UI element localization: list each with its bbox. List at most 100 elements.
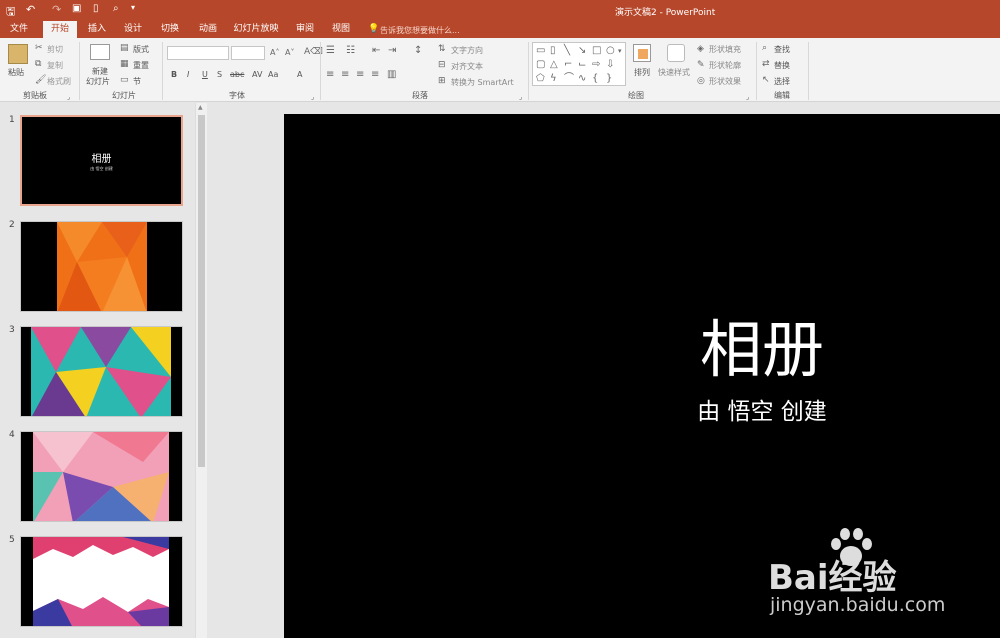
shape-freeform-icon[interactable]: ∿	[578, 74, 586, 84]
shape-line-icon[interactable]: ╲	[564, 46, 570, 56]
shapes-gallery[interactable]: ▭ ▯ ╲ ↘ □ ○ ▢ △ ⌐ ⌙ ⇨ ⇩ ⬠ ϟ ⌒ ∿ { }	[532, 42, 626, 86]
shape-pentagon-icon[interactable]: ⬠	[536, 74, 545, 84]
char-spacing-button[interactable]: AV	[252, 70, 262, 79]
section-button[interactable]: 节	[133, 76, 141, 87]
reset-button[interactable]: 重置	[133, 60, 149, 71]
align-left-icon[interactable]: ≡	[326, 70, 334, 80]
preview-icon[interactable]: ⌕	[113, 3, 119, 14]
shape-elbow-arrow-icon[interactable]: ⌙	[578, 60, 586, 70]
quick-styles-icon[interactable]	[667, 44, 685, 62]
slide-thumbnail-pane[interactable]: 1 相册 由 悟空 创建 2 3 4 5	[0, 103, 207, 638]
bullets-icon[interactable]: ☰	[326, 46, 335, 56]
arrange-icon[interactable]	[633, 44, 651, 62]
underline-button[interactable]: U	[202, 70, 208, 79]
smartart-icon: ⊞	[438, 76, 446, 86]
dialog-launcher-icon[interactable]: ⌟	[67, 92, 70, 102]
tab-insert[interactable]: 插入	[82, 21, 112, 38]
shape-brace-right-icon[interactable]: }	[606, 74, 612, 84]
new-slide-icon[interactable]	[90, 44, 110, 60]
font-color-button[interactable]: A	[297, 70, 302, 79]
justify-icon[interactable]: ≡	[371, 70, 379, 80]
paste-button[interactable]: 粘贴	[8, 67, 24, 78]
align-right-icon[interactable]: ≡	[356, 70, 364, 80]
slide-thumbnail-5[interactable]	[20, 536, 183, 627]
shape-triangle-icon[interactable]: △	[550, 60, 558, 70]
shape-effects-button[interactable]: 形状效果	[709, 76, 741, 87]
shape-brace-left-icon[interactable]: {	[592, 74, 598, 84]
shape-right-arrow-icon[interactable]: ⇨	[592, 60, 600, 70]
arrange-button[interactable]: 排列	[634, 67, 650, 78]
shape-curve-icon[interactable]: ⌒	[564, 74, 574, 84]
new-icon[interactable]: ▯	[93, 3, 99, 14]
quick-styles-button[interactable]: 快速样式	[658, 67, 690, 78]
align-text-button[interactable]: 对齐文本	[451, 61, 483, 72]
tab-design[interactable]: 设计	[118, 21, 148, 38]
separator	[528, 42, 529, 100]
decrease-indent-icon[interactable]: ⇤	[372, 46, 380, 56]
shape-textbox-icon[interactable]: ▭	[536, 46, 545, 56]
italic-button[interactable]: I	[187, 70, 189, 79]
scrollbar-thumb[interactable]	[198, 115, 205, 467]
shape-oval-icon[interactable]: ○	[606, 46, 615, 56]
shape-rectangle-icon[interactable]: □	[592, 46, 601, 56]
shape-arrow-icon[interactable]: ↘	[578, 46, 586, 56]
select-button[interactable]: 选择	[774, 76, 790, 87]
cut-button[interactable]: 剪切	[47, 44, 63, 55]
tab-home[interactable]: 开始	[43, 21, 77, 38]
scroll-up-icon[interactable]: ▲	[198, 104, 203, 111]
dialog-launcher-icon[interactable]: ⌟	[746, 92, 749, 102]
slide-title[interactable]: 相册	[662, 314, 862, 386]
shape-lightning-icon[interactable]: ϟ	[550, 74, 557, 84]
tab-animations[interactable]: 动画	[192, 21, 224, 38]
dialog-launcher-icon[interactable]: ⌟	[311, 92, 314, 102]
undo-icon[interactable]: ↶	[26, 3, 35, 16]
slide-thumbnail-4[interactable]	[20, 431, 183, 522]
tell-me-box[interactable]: 告诉我您想要做什么...	[380, 25, 460, 36]
numbering-icon[interactable]: ☷	[346, 46, 355, 56]
thumbnail-scrollbar[interactable]: ▲	[195, 103, 207, 638]
slide-thumbnail-3[interactable]	[20, 326, 183, 417]
tab-slideshow[interactable]: 幻灯片放映	[230, 21, 282, 38]
shadow-button[interactable]: S	[217, 70, 222, 79]
smartart-button[interactable]: 转换为 SmartArt	[451, 77, 514, 88]
shape-elbow-icon[interactable]: ⌐	[564, 60, 572, 70]
strikethrough-button[interactable]: abc	[230, 70, 244, 79]
shape-rounded-rect-icon[interactable]: ▢	[536, 60, 545, 70]
font-family-combo[interactable]	[167, 46, 229, 60]
customize-icon[interactable]: ▾	[131, 3, 135, 12]
shape-vertical-textbox-icon[interactable]: ▯	[550, 46, 556, 56]
slide-thumbnail-2[interactable]	[20, 221, 183, 312]
start-slideshow-icon[interactable]: ▣	[72, 3, 81, 14]
tab-file[interactable]: 文件	[4, 21, 34, 38]
copy-button[interactable]: 复制	[47, 60, 63, 71]
shape-fill-button[interactable]: 形状填充	[709, 44, 741, 55]
find-button[interactable]: 查找	[774, 44, 790, 55]
tab-review[interactable]: 审阅	[290, 21, 320, 38]
line-spacing-icon[interactable]: ↕	[414, 46, 422, 56]
dialog-launcher-icon[interactable]: ⌟	[519, 92, 522, 102]
change-case-button[interactable]: Aa	[268, 70, 278, 79]
columns-icon[interactable]: ▥	[387, 70, 396, 80]
grow-font-icon[interactable]: A˄	[270, 48, 279, 58]
paste-icon[interactable]	[8, 44, 28, 64]
text-direction-button[interactable]: 文字方向	[451, 45, 483, 56]
shape-down-arrow-icon[interactable]: ⇩	[606, 60, 614, 70]
increase-indent-icon[interactable]: ⇥	[388, 46, 396, 56]
slide-subtitle[interactable]: 由 悟空 创建	[662, 397, 862, 427]
new-slide-dropdown[interactable]: 幻灯片	[86, 76, 110, 87]
slide-thumbnail-1[interactable]: 相册 由 悟空 创建	[20, 115, 183, 206]
tab-transitions[interactable]: 切换	[154, 21, 186, 38]
align-center-icon[interactable]: ≡	[341, 70, 349, 80]
save-icon[interactable]: 🖫	[6, 3, 15, 22]
copy-icon: ⧉	[35, 59, 42, 69]
gallery-more-icon[interactable]: ▾	[618, 46, 622, 56]
format-painter-button[interactable]: 格式刷	[47, 76, 71, 87]
layout-button[interactable]: 版式	[133, 44, 149, 55]
bold-button[interactable]: B	[171, 70, 177, 79]
redo-icon[interactable]: ↷	[52, 3, 61, 16]
replace-button[interactable]: 替换	[774, 60, 790, 71]
shrink-font-icon[interactable]: A˅	[285, 48, 294, 58]
shape-outline-button[interactable]: 形状轮廓	[709, 60, 741, 71]
tab-view[interactable]: 视图	[326, 21, 356, 38]
font-size-combo[interactable]	[231, 46, 265, 60]
